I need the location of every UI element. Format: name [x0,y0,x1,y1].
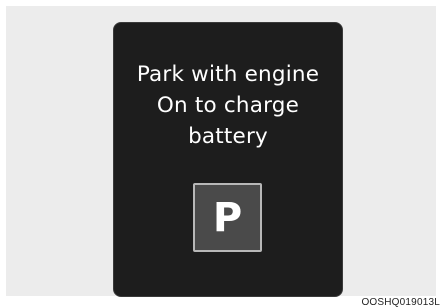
message-line-3: battery [188,124,268,149]
park-letter: P [212,194,243,241]
warning-message: Park with engine On to charge battery [114,59,342,152]
park-p-icon: P [193,183,262,252]
message-line-2: On to charge [156,93,300,118]
figure-code: OOSHQ019013L [361,297,440,308]
message-line-1: Park with engine [136,62,320,87]
cluster-display-screen: Park with engine On to charge battery P [113,22,343,297]
